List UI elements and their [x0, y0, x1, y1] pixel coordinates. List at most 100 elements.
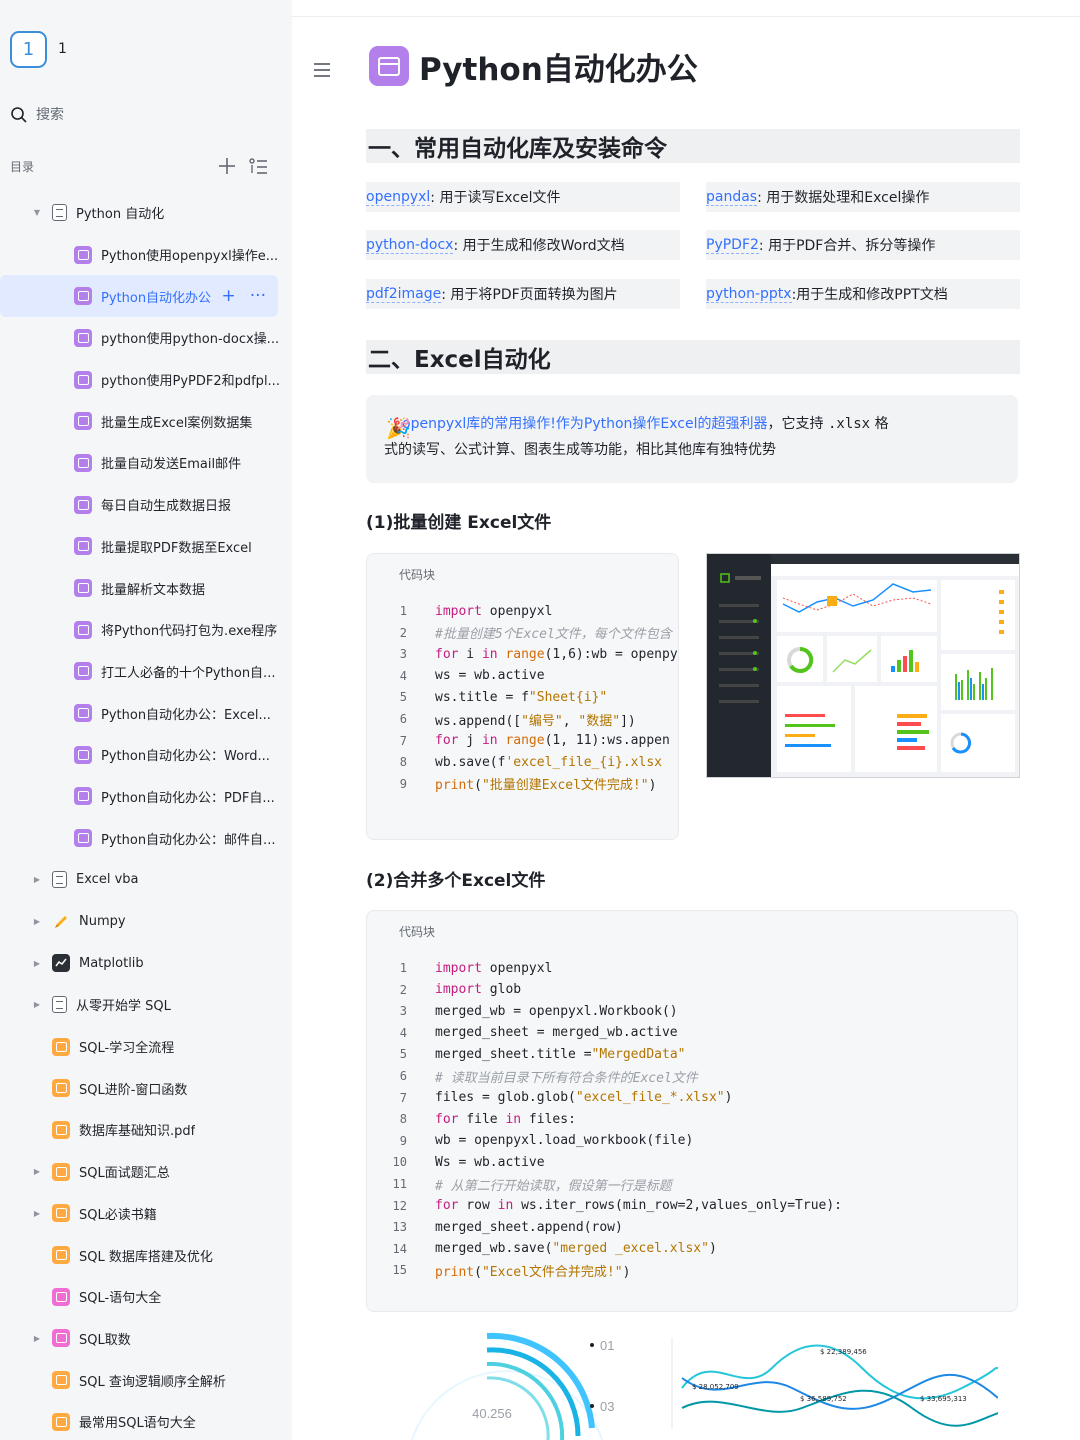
calendar-icon — [74, 495, 92, 514]
workspace-badge[interactable]: 1 — [10, 31, 47, 68]
lib-name[interactable]: PyPDF2 — [706, 237, 759, 254]
line-number: 9 — [399, 776, 407, 791]
sidebar-item-label: Python 自动化 — [76, 207, 165, 223]
line-number: 5 — [399, 1047, 407, 1062]
app-window: 1 1 目录 ▼ Python 自动化 Python使用openpyxl操作e...… — [0, 0, 1080, 1440]
lib-item: openpyxl: 用于读写Excel文件 — [366, 182, 680, 212]
chevron-right-icon[interactable]: ▶ — [31, 1166, 43, 1178]
line-number: 3 — [399, 647, 407, 662]
dashboard-image — [707, 554, 1019, 777]
sql-doc-icon — [52, 1412, 70, 1431]
document-icon — [52, 996, 67, 1014]
code-text: ws = wb.active — [435, 668, 545, 684]
chevron-right-icon[interactable]: ▶ — [31, 874, 43, 886]
sidebar-item[interactable]: 每日自动生成数据日报 — [0, 484, 292, 526]
sidebar-item[interactable]: ▶ SQL必读书籍 — [0, 1193, 292, 1235]
sidebar-item[interactable]: Python自动化办公：PDF自... — [0, 776, 292, 818]
sidebar-item-label: Python自动化办公：Word... — [101, 749, 270, 765]
sidebar-item[interactable]: 批量解析文本数据 — [0, 567, 292, 609]
sidebar-item[interactable]: ▶ Excel vba — [0, 859, 292, 901]
chevron-right-icon[interactable]: ▶ — [31, 999, 43, 1011]
lib-name[interactable]: openpyxl — [366, 189, 431, 206]
chevron-right-icon[interactable]: ▶ — [31, 916, 43, 928]
code-text: merged_sheet.append(row) — [435, 1219, 623, 1235]
chevron-right-icon[interactable]: ▶ — [31, 1207, 43, 1219]
sidebar-item[interactable]: Python使用openpyxl操作e... — [0, 234, 292, 276]
sidebar-item[interactable]: Python自动化办公：邮件自... — [0, 817, 292, 859]
chevron-right-icon[interactable]: ▶ — [31, 1332, 43, 1344]
add-icon[interactable]: + — [222, 286, 236, 306]
sidebar-item[interactable]: 将Python代码打包为.exe程序 — [0, 609, 292, 651]
sidebar-item[interactable]: ▶ Numpy — [0, 901, 292, 943]
sidebar-item[interactable]: ▶ SQL面试题汇总 — [0, 1151, 292, 1193]
outline-list-icon[interactable] — [247, 155, 269, 177]
sidebar-item[interactable]: ▶ SQL取数 — [0, 1318, 292, 1360]
wave-label: $ 36,589,752 — [800, 1395, 847, 1403]
lib-item: python-pptx:用于生成和修改PPT文档 — [706, 279, 1020, 309]
sidebar-item[interactable]: 批量提取PDF数据至Excel — [0, 526, 292, 568]
code-text: # 从第二行开始读取，假设第一行是标题 — [435, 1178, 672, 1194]
code-line: 13 merged_sheet.append(row) — [367, 1216, 623, 1238]
sidebar-item[interactable]: 批量自动发送Email邮件 — [0, 442, 292, 484]
lib-name[interactable]: pdf2image — [366, 286, 442, 303]
sidebar-item[interactable]: python使用PyPDF2和pdfpl... — [0, 359, 292, 401]
sidebar-item[interactable]: ▶ Matplotlib — [0, 942, 292, 984]
lib-name[interactable]: pandas — [706, 189, 758, 206]
code-line: 6 # 读取当前目录下所有符合条件的Excel文件 — [367, 1065, 698, 1087]
sidebar-item-label: 每日自动生成数据日报 — [101, 499, 232, 515]
code-text: import openpyxl — [435, 960, 553, 976]
lib-desc: : 用于数据处理和Excel操作 — [757, 190, 930, 206]
sidebar-item[interactable]: 数据库基础知识.pdf — [0, 1109, 292, 1151]
chevron-right-icon[interactable]: ▶ — [31, 957, 43, 969]
sql-doc-icon — [52, 1079, 70, 1098]
code-text: wb = openpyxl.load_workbook(file) — [435, 1133, 694, 1149]
code-text: for i in range(1,6):wb = openpy — [435, 646, 678, 662]
sidebar-item[interactable]: ▼ Python 自动化 — [0, 192, 292, 234]
line-number: 10 — [392, 1155, 407, 1170]
code-text: merged_sheet = merged_wb.active — [435, 1025, 678, 1041]
code-line: 5 ws.title = f"Sheet{i}" — [367, 686, 607, 708]
workspace-name[interactable]: 1 — [58, 41, 67, 57]
lib-name[interactable]: python-pptx — [706, 286, 792, 303]
sidebar-item-label: SQL-学习全流程 — [79, 1041, 175, 1057]
line-number: 2 — [399, 982, 407, 997]
code-line: 5 merged_sheet.title ="MergedData" — [367, 1043, 686, 1065]
line-number: 5 — [399, 690, 407, 705]
code-block-2[interactable]: 代码块 1 import openpyxl 2 import glob 3 merged_… — [366, 910, 1018, 1312]
sidebar-search[interactable] — [0, 97, 280, 133]
sidebar-item[interactable]: 最常用SQL语句大全 — [0, 1401, 292, 1440]
sidebar-item-label: SQL-语句大全 — [79, 1291, 162, 1307]
chart-icon — [52, 954, 70, 973]
sidebar-item[interactable]: SQL 数据库搭建及优化 — [0, 1234, 292, 1276]
sidebar-item[interactable]: Python自动化办公：Word... — [0, 734, 292, 776]
sidebar-item[interactable]: ▶ 从零开始学 SQL — [0, 984, 292, 1026]
sidebar-item-label: 从零开始学 SQL — [76, 999, 171, 1015]
line-number: 1 — [399, 961, 407, 975]
more-icon[interactable]: ··· — [250, 286, 266, 306]
add-icon[interactable] — [216, 155, 238, 177]
sidebar-item[interactable]: Python自动化办公：Excel... — [0, 692, 292, 734]
menu-icon[interactable] — [312, 62, 332, 78]
code-line: 9 print("批量创建Excel文件完成!") — [367, 773, 657, 795]
lib-item: PyPDF2: 用于PDF合并、拆分等操作 — [706, 230, 1020, 260]
sidebar-item-label: Matplotlib — [79, 955, 144, 971]
sidebar-item[interactable]: SQL 查询逻辑顺序全解析 — [0, 1359, 292, 1401]
sidebar-item-label: SQL取数 — [79, 1332, 131, 1348]
line-number: 1 — [399, 604, 407, 618]
chevron-down-icon[interactable]: ▼ — [31, 207, 43, 219]
sidebar-item-label: 批量提取PDF数据至Excel — [101, 540, 252, 556]
sidebar-item-label: Excel vba — [76, 872, 139, 888]
lib-item: pandas: 用于数据处理和Excel操作 — [706, 182, 1020, 212]
sidebar-item[interactable]: 批量生成Excel案例数据集 — [0, 400, 292, 442]
sidebar-item[interactable]: python使用python-docx操... — [0, 317, 292, 359]
code-line: 4 ws = wb.active — [367, 665, 545, 687]
sidebar-item[interactable]: SQL-学习全流程 — [0, 1026, 292, 1068]
code-block-1[interactable]: 代码块 1 import openpyxl 2 #批量创建5个Excel文件，每个文件… — [366, 553, 679, 840]
sidebar-item[interactable]: SQL-语句大全 — [0, 1276, 292, 1318]
search-input[interactable] — [36, 107, 236, 123]
sidebar-item[interactable]: 打工人必备的十个Python自... — [0, 651, 292, 693]
lib-name[interactable]: python-docx — [366, 237, 454, 254]
sidebar-item[interactable]: SQL进阶-窗口函数 — [0, 1067, 292, 1109]
sidebar-item[interactable]: Python自动化办公 + ··· — [0, 275, 278, 318]
code-line: 6 ws.append(["编号", "数据"]) — [367, 708, 636, 730]
